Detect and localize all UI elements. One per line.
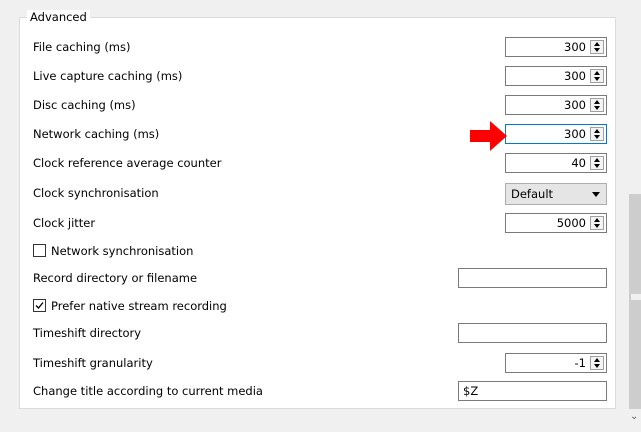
spin-arrows-icon[interactable] — [590, 127, 604, 141]
disc-caching-label: Disc caching (ms) — [33, 98, 136, 112]
timeshift-gran-spinbox[interactable]: -1 — [505, 353, 607, 373]
clock-sync-label: Clock synchronisation — [33, 186, 159, 200]
spin-arrows-icon[interactable] — [590, 356, 604, 370]
spin-arrows-icon[interactable] — [590, 98, 604, 112]
native-recording-checkbox[interactable] — [33, 299, 46, 312]
live-capture-caching-label: Live capture caching (ms) — [33, 69, 183, 83]
timeshift-gran-value: -1 — [574, 356, 586, 370]
file-caching-spinbox[interactable]: 300 — [505, 37, 607, 57]
clock-jitter-label: Clock jitter — [33, 216, 96, 230]
checkmark-icon — [35, 302, 44, 309]
clock-sync-value: Default — [511, 187, 554, 201]
clock-reference-spinbox[interactable]: 40 — [505, 153, 607, 173]
live-capture-caching-spinbox[interactable]: 300 — [505, 66, 607, 86]
native-recording-label[interactable]: Prefer native stream recording — [51, 299, 227, 313]
spin-arrows-icon[interactable] — [590, 69, 604, 83]
disc-caching-spinbox[interactable]: 300 — [505, 95, 607, 115]
scrollbar-notch — [631, 294, 641, 300]
disc-caching-value: 300 — [564, 98, 586, 112]
network-caching-value: 300 — [564, 127, 586, 141]
file-caching-value: 300 — [564, 40, 586, 54]
chevron-down-icon — [592, 192, 600, 197]
file-caching-label: File caching (ms) — [33, 40, 131, 54]
change-title-label: Change title according to current media — [33, 384, 263, 398]
change-title-input[interactable]: $Z — [458, 381, 607, 401]
spin-arrows-icon[interactable] — [590, 156, 604, 170]
clock-jitter-value: 5000 — [556, 216, 586, 230]
group-title: Advanced — [27, 10, 90, 24]
clock-reference-label: Clock reference average counter — [33, 156, 222, 170]
network-sync-label[interactable]: Network synchronisation — [51, 244, 193, 258]
clock-reference-value: 40 — [571, 156, 586, 170]
network-sync-checkbox[interactable] — [33, 244, 46, 257]
clock-jitter-spinbox[interactable]: 5000 — [505, 213, 607, 233]
live-capture-caching-value: 300 — [564, 69, 586, 83]
scrollbar-thumb[interactable] — [629, 194, 641, 409]
red-arrow-icon — [470, 121, 507, 151]
clock-sync-dropdown[interactable]: Default — [505, 183, 607, 205]
spin-arrows-icon[interactable] — [590, 216, 604, 230]
record-dir-label: Record directory or filename — [33, 271, 198, 285]
scroll-down-icon[interactable]: ⌄ — [630, 411, 638, 422]
record-dir-input[interactable] — [458, 268, 607, 288]
timeshift-dir-input[interactable] — [458, 323, 607, 343]
spin-arrows-icon[interactable] — [590, 40, 604, 54]
change-title-value: $Z — [463, 384, 479, 398]
network-caching-label: Network caching (ms) — [33, 127, 160, 141]
timeshift-dir-label: Timeshift directory — [33, 326, 142, 340]
network-caching-spinbox[interactable]: 300 — [505, 124, 607, 144]
timeshift-gran-label: Timeshift granularity — [33, 356, 153, 370]
